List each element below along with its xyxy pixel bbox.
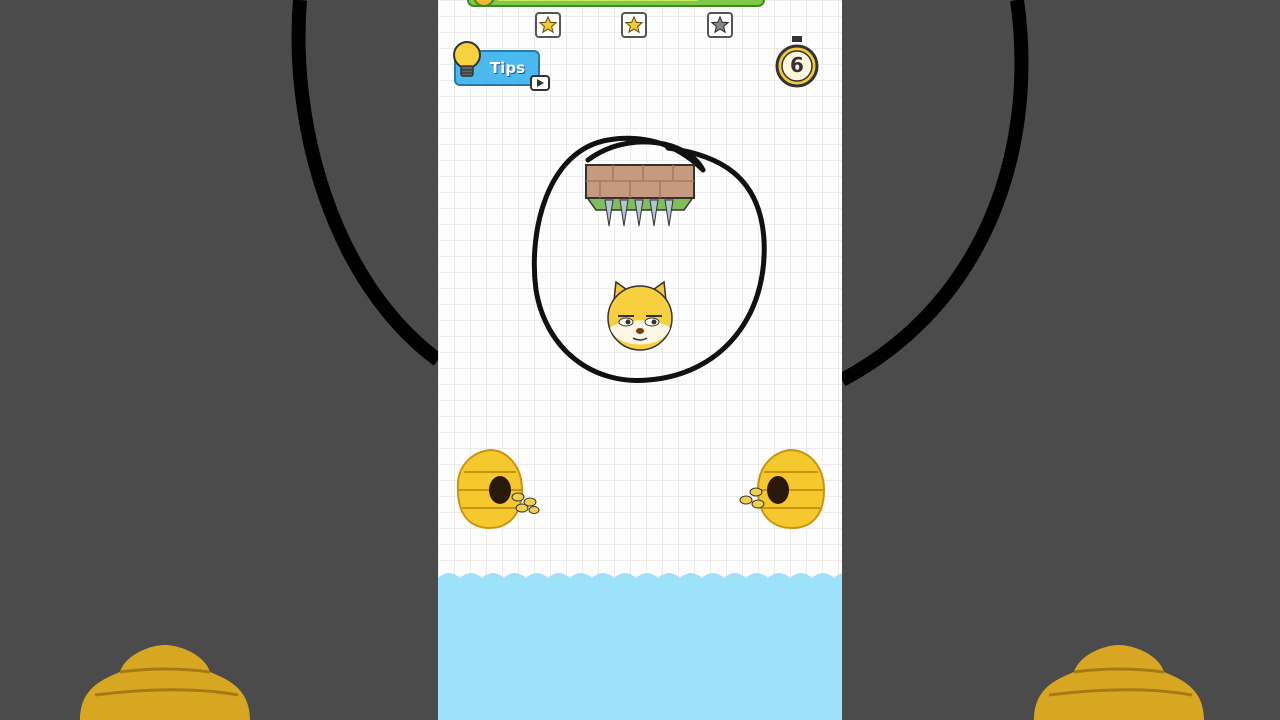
beehive-left-icon [456, 448, 540, 530]
game-screen[interactable]: Tips 6 [438, 0, 842, 720]
water-area [438, 578, 842, 720]
water-waves [438, 573, 842, 582]
doge-character-icon [607, 280, 673, 351]
background-left [0, 0, 438, 720]
background-right [842, 0, 1280, 720]
spiked-brick-icon [584, 164, 696, 227]
beehive-right-icon [739, 448, 826, 530]
beehive-background-right-icon [1034, 645, 1204, 720]
beehive-background-left-icon [80, 645, 250, 720]
